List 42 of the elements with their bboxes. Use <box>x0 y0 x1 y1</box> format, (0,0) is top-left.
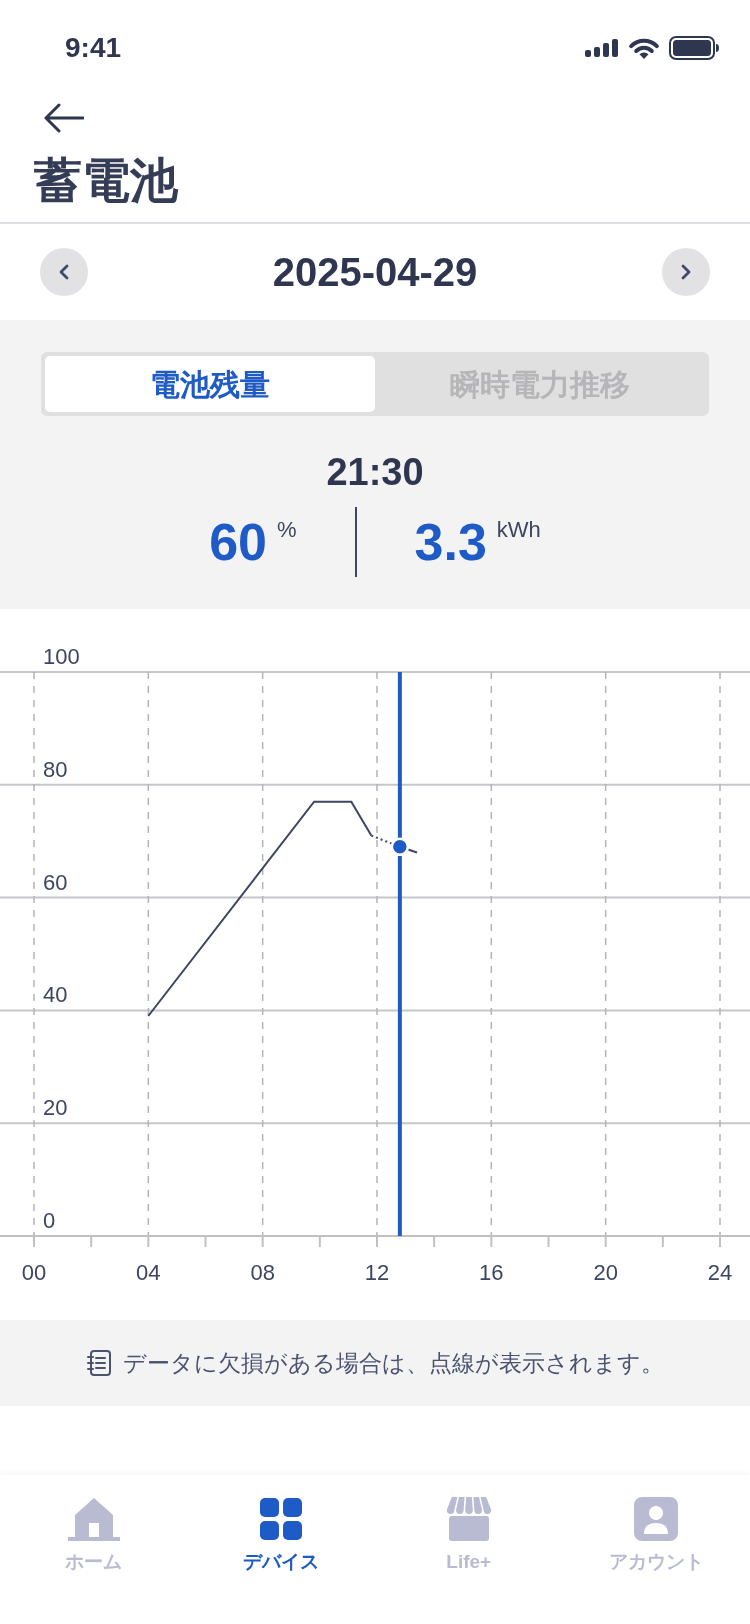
page-title: 蓄電池 <box>34 157 178 205</box>
date-label: 2025-04-29 <box>272 249 478 296</box>
storefront-icon <box>445 1497 492 1541</box>
previous-date-button[interactable] <box>40 248 88 296</box>
chevron-right-icon <box>681 264 691 280</box>
x-axis-label: 00 <box>21 1260 47 1285</box>
reading-value: 60 <box>209 516 267 568</box>
segment-tab[interactable]: 電池残量 <box>45 356 375 412</box>
nav-tab[interactable]: アカウント <box>562 1475 750 1595</box>
x-axis-label: 12 <box>364 1260 390 1285</box>
account-icon <box>634 1497 679 1541</box>
grid-icon <box>260 1498 303 1540</box>
home-icon <box>67 1497 120 1541</box>
x-axis-label: 20 <box>593 1260 618 1285</box>
cursor-dot-icon <box>390 837 410 857</box>
x-axis-label: 16 <box>479 1260 504 1285</box>
reading-unit: % <box>277 518 297 542</box>
y-axis-label: 40 <box>43 982 68 1008</box>
reading-value: 3.3 <box>414 516 487 568</box>
nav-tab[interactable]: デバイス <box>187 1475 375 1595</box>
status-time: 9:41 <box>65 31 122 65</box>
missing-data-note: データに欠損がある場合は、点線が表示されます。 <box>122 1348 664 1378</box>
next-date-button[interactable] <box>662 248 710 296</box>
reading-unit: kWh <box>496 518 541 542</box>
notebook-icon <box>86 1350 111 1376</box>
wifi-icon <box>629 37 659 59</box>
back-arrow-icon <box>44 103 84 133</box>
y-axis-label: 100 <box>43 644 80 669</box>
x-axis-label: 08 <box>250 1260 275 1285</box>
signal-icon <box>585 39 619 57</box>
x-axis-label: 24 <box>707 1260 733 1285</box>
chevron-left-icon <box>59 264 69 280</box>
y-axis-label: 20 <box>43 1095 68 1121</box>
x-axis-label: 04 <box>136 1260 161 1285</box>
cursor-line[interactable] <box>397 672 402 1236</box>
y-axis-label: 80 <box>43 756 68 782</box>
y-axis-label: 0 <box>43 1208 56 1233</box>
nav-tab[interactable]: Life+ <box>375 1475 563 1595</box>
y-axis-label: 60 <box>43 869 68 895</box>
nav-tab[interactable]: ホーム <box>0 1475 188 1595</box>
reading-time: 21:30 <box>326 450 424 494</box>
battery-icon <box>669 36 719 60</box>
